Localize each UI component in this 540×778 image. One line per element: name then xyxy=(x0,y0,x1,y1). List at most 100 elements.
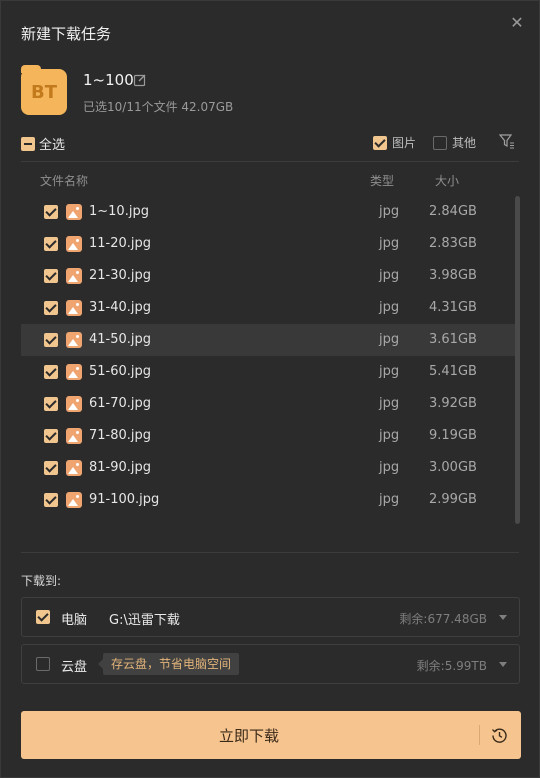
select-all-checkbox[interactable]: 全选 xyxy=(21,134,65,153)
file-size: 2.84GB xyxy=(429,204,477,219)
select-all-box[interactable] xyxy=(21,136,35,151)
file-name: 1~10.jpg xyxy=(89,204,149,219)
download-to-label: 下载到: xyxy=(21,574,62,588)
file-checkbox[interactable] xyxy=(44,429,58,443)
file-size: 3.00GB xyxy=(429,460,477,475)
file-list: 1~10.jpg jpg 2.84GB 11-20.jpg jpg 2.83GB… xyxy=(21,196,515,516)
file-checkbox[interactable] xyxy=(44,237,58,251)
file-name: 21-30.jpg xyxy=(89,268,152,283)
file-type: jpg xyxy=(379,492,400,507)
cloud-free-space: 剩余:5.99TB xyxy=(416,659,487,673)
file-size: 2.83GB xyxy=(429,236,477,251)
bt-icon-label: BT xyxy=(31,82,57,103)
cloud-tooltip: 存云盘，节省电脑空间 xyxy=(97,653,240,675)
file-type: jpg xyxy=(379,332,400,347)
filter-image-checkbox[interactable]: 图片 xyxy=(373,134,416,151)
download-now-button[interactable]: 立即下载 xyxy=(21,711,521,759)
image-file-icon xyxy=(66,364,82,380)
local-free-space: 剩余:677.48GB xyxy=(399,612,487,626)
file-checkbox[interactable] xyxy=(44,461,58,475)
file-size: 9.19GB xyxy=(429,428,477,443)
image-file-icon xyxy=(66,204,82,220)
local-destination-name: 电脑 xyxy=(61,613,88,628)
dialog-title: 新建下载任务 xyxy=(21,25,112,43)
image-file-icon xyxy=(66,428,82,444)
divider xyxy=(21,552,519,553)
cloud-destination-name: 云盘 xyxy=(61,660,88,675)
local-destination[interactable]: 电脑 G:\迅雷下载 剩余:677.48GB xyxy=(21,597,520,637)
task-name: 1~100 xyxy=(83,71,134,89)
file-type: jpg xyxy=(379,236,400,251)
filter-image-label: 图片 xyxy=(392,136,417,150)
file-checkbox[interactable] xyxy=(44,269,58,283)
file-checkbox[interactable] xyxy=(44,493,58,507)
file-type: jpg xyxy=(379,204,400,219)
file-type: jpg xyxy=(379,428,400,443)
filter-other-label: 其他 xyxy=(452,136,477,150)
image-file-icon xyxy=(66,236,82,252)
file-list-scrollbar[interactable] xyxy=(515,196,520,524)
file-size: 3.61GB xyxy=(429,332,477,347)
file-size: 5.41GB xyxy=(429,364,477,379)
file-size: 3.98GB xyxy=(429,268,477,283)
button-separator xyxy=(479,725,480,745)
cloud-destination[interactable]: 云盘 存云盘，节省电脑空间 剩余:5.99TB xyxy=(21,644,520,684)
file-name: 81-90.jpg xyxy=(89,460,152,475)
file-type: jpg xyxy=(379,300,400,315)
file-type: jpg xyxy=(379,396,400,411)
file-checkbox[interactable] xyxy=(44,365,58,379)
image-file-icon xyxy=(66,460,82,476)
file-row[interactable]: 81-90.jpg jpg 3.00GB xyxy=(21,452,515,484)
file-row[interactable]: 91-100.jpg jpg 2.99GB xyxy=(21,484,515,516)
file-type: jpg xyxy=(379,460,400,475)
file-row[interactable]: 61-70.jpg jpg 3.92GB xyxy=(21,388,515,420)
task-summary: 已选10/11个文件 42.07GB xyxy=(83,100,234,114)
column-header-type: 类型 xyxy=(370,174,395,188)
divider xyxy=(21,161,519,162)
image-file-icon xyxy=(66,492,82,508)
chevron-down-icon[interactable] xyxy=(499,662,507,667)
chevron-down-icon[interactable] xyxy=(499,615,507,620)
file-row[interactable]: 11-20.jpg jpg 2.83GB xyxy=(21,228,515,260)
edit-icon[interactable] xyxy=(133,73,147,87)
file-type: jpg xyxy=(379,364,400,379)
bt-folder-icon: BT xyxy=(21,65,67,115)
file-checkbox[interactable] xyxy=(44,333,58,347)
file-name: 31-40.jpg xyxy=(89,300,152,315)
filter-icon[interactable] xyxy=(499,133,515,149)
file-row[interactable]: 31-40.jpg jpg 4.31GB xyxy=(21,292,515,324)
file-row[interactable]: 21-30.jpg jpg 3.98GB xyxy=(21,260,515,292)
file-row[interactable]: 41-50.jpg jpg 3.61GB xyxy=(21,324,515,356)
image-file-icon xyxy=(66,332,82,348)
filter-other-checkbox[interactable]: 其他 xyxy=(433,134,476,151)
file-row[interactable]: 71-80.jpg jpg 9.19GB xyxy=(21,420,515,452)
file-name: 11-20.jpg xyxy=(89,236,152,251)
file-row[interactable]: 1~10.jpg jpg 2.84GB xyxy=(21,196,515,228)
file-checkbox[interactable] xyxy=(44,205,58,219)
file-type: jpg xyxy=(379,268,400,283)
select-all-label: 全选 xyxy=(39,138,66,153)
image-file-icon xyxy=(66,300,82,316)
local-destination-path[interactable]: G:\迅雷下载 xyxy=(109,609,180,628)
file-name: 91-100.jpg xyxy=(89,492,160,507)
file-row[interactable]: 51-60.jpg jpg 5.41GB xyxy=(21,356,515,388)
cloud-destination-checkbox[interactable] xyxy=(36,657,50,671)
filter-image-box[interactable] xyxy=(373,135,387,150)
file-checkbox[interactable] xyxy=(44,397,58,411)
file-name: 61-70.jpg xyxy=(89,396,152,411)
filter-other-box[interactable] xyxy=(433,135,447,150)
image-file-icon xyxy=(66,396,82,412)
file-name: 41-50.jpg xyxy=(89,332,152,347)
close-icon[interactable]: ✕ xyxy=(509,15,525,31)
file-name: 71-80.jpg xyxy=(89,428,152,443)
file-size: 3.92GB xyxy=(429,396,477,411)
file-size: 4.31GB xyxy=(429,300,477,315)
column-header-name: 文件名称 xyxy=(40,174,89,188)
file-name: 51-60.jpg xyxy=(89,364,152,379)
clock-icon[interactable] xyxy=(491,727,508,744)
local-destination-checkbox[interactable] xyxy=(36,610,50,624)
download-now-label: 立即下载 xyxy=(218,727,279,745)
new-download-dialog: 新建下载任务 ✕ BT 1~100 已选10/11个文件 42.07GB 全选 … xyxy=(0,0,540,778)
column-header-size: 大小 xyxy=(435,174,460,188)
file-checkbox[interactable] xyxy=(44,301,58,315)
